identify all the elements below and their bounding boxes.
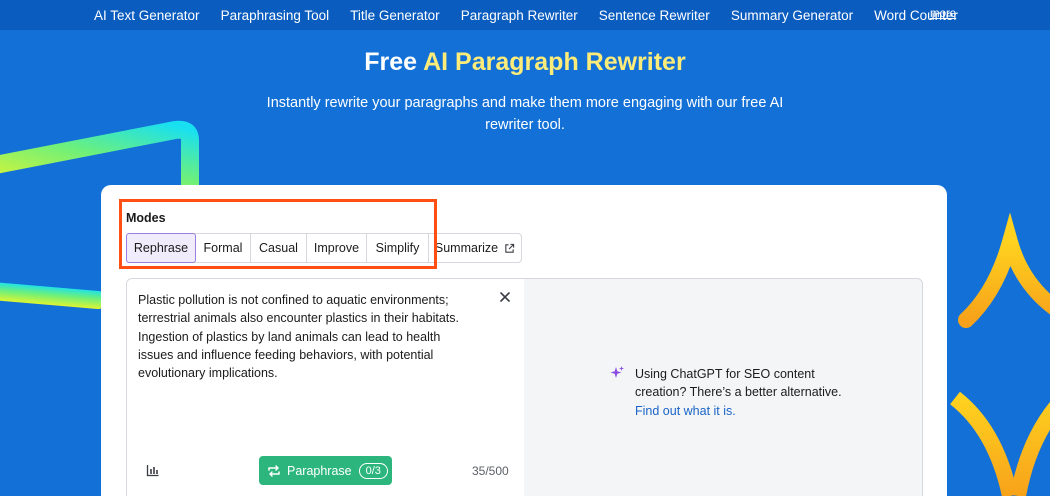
mode-label: Improve [313,241,360,255]
mode-rephrase[interactable]: Rephrase [126,233,196,263]
repeat-icon [268,464,280,477]
character-count: 35/500 [472,464,509,478]
input-textarea[interactable]: Plastic pollution is not confined to aqu… [138,291,478,382]
sparkle-icon [610,366,624,378]
mode-label: Simplify [375,241,420,255]
page-subtitle: Instantly rewrite your paragraphs and ma… [266,95,784,133]
mode-summarize[interactable]: Summarize [429,234,521,262]
promo-link[interactable]: Find out what it is. [635,402,850,420]
mode-improve[interactable]: Improve [307,234,367,262]
mode-casual[interactable]: Casual [251,234,307,262]
external-link-icon [505,243,515,253]
mode-label: Rephrase [133,241,189,255]
mode-simplify[interactable]: Simplify [367,234,429,262]
promo-text: Using ChatGPT for SEO content creation? … [635,367,842,400]
mode-label: Formal [203,241,243,255]
nav-item-sentence-rewriter[interactable]: Sentence Rewriter [599,8,710,23]
page-title-accent: AI Paragraph Rewriter [423,48,686,76]
mode-label: Casual [259,241,298,255]
paraphrase-button[interactable]: Paraphrase 0/3 [259,456,392,485]
paraphrase-button-label: Paraphrase [287,463,352,478]
promo-message: Using ChatGPT for SEO content creation? … [635,365,850,420]
mode-label: Summarize [434,241,499,255]
nav-item-summary-generator[interactable]: Summary Generator [731,8,853,23]
nav-item-title-generator[interactable]: Title Generator [350,8,440,23]
stats-icon[interactable] [146,463,160,477]
nav-item-paraphrasing-tool[interactable]: Paraphrasing Tool [221,8,330,23]
mode-formal[interactable]: Formal [196,234,251,262]
page-title: Free AI Paragraph Rewriter [0,48,1050,77]
usage-badge: 0/3 [358,462,388,479]
modes-label: Modes [126,211,166,225]
nav-item-paragraph-rewriter[interactable]: Paragraph Rewriter [461,8,578,23]
page-title-prefix: Free [364,48,424,76]
modes-selector: Rephrase Formal Casual Improve Simplify … [126,233,522,263]
close-icon[interactable] [498,290,512,304]
top-navigation: AI Text Generator Paraphrasing Tool Titl… [0,0,1050,30]
nav-item-ai-text-generator[interactable]: AI Text Generator [94,8,200,23]
nav-more-link[interactable]: more [930,8,956,20]
